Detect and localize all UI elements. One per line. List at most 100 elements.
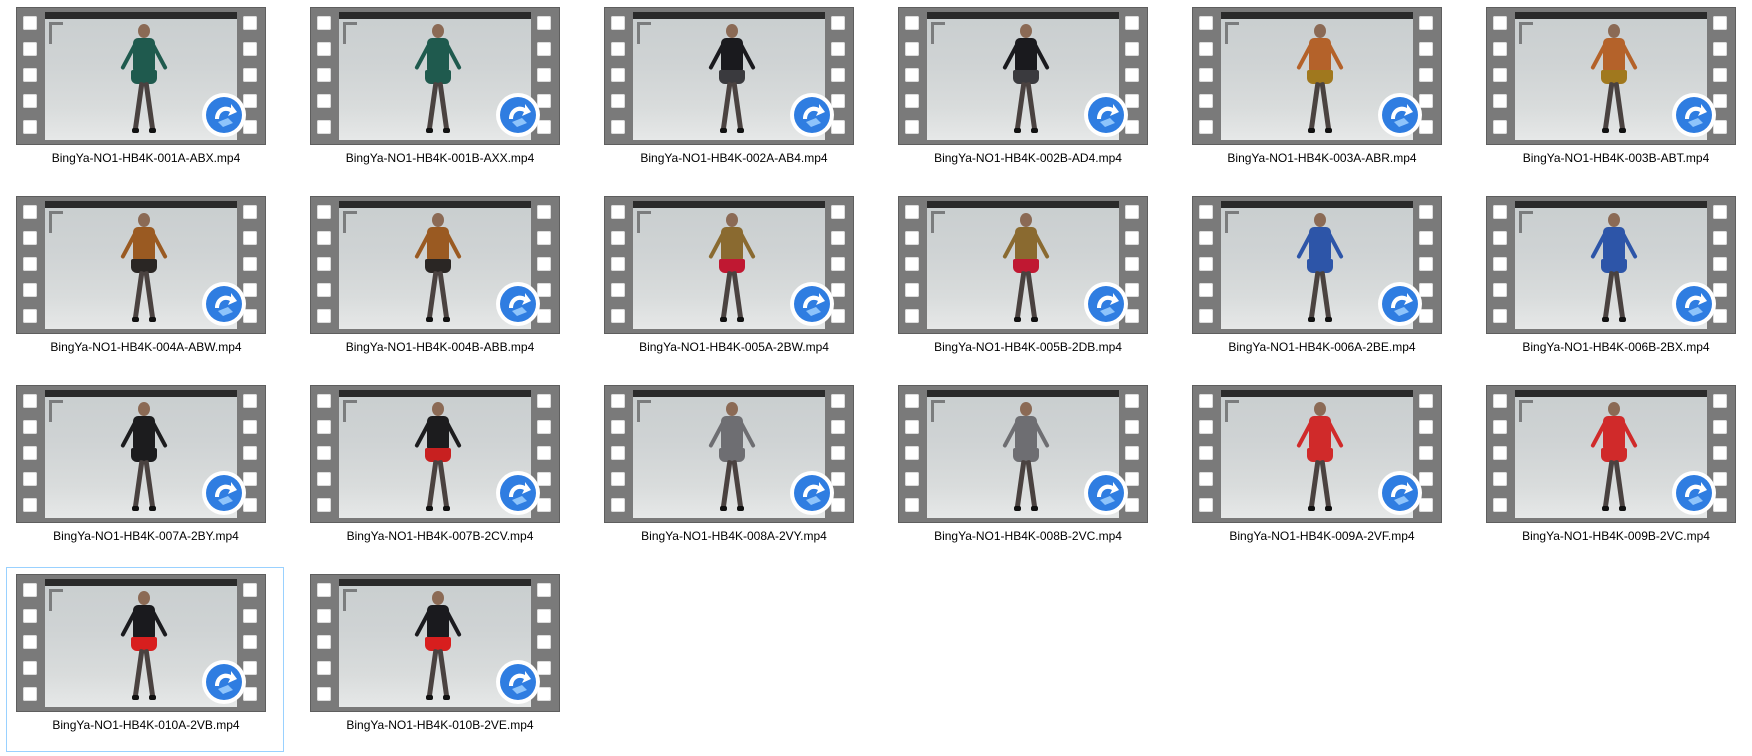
film-sprocket-holes [1487,197,1515,333]
watermark-logo [931,22,945,44]
dancer-figure [708,24,756,134]
file-name-label: BingYa-NO1-HB4K-001A-ABX.mp4 [51,151,241,165]
video-player-app-icon [1380,473,1420,513]
film-sprocket-holes [311,8,339,144]
film-sprocket-holes [1487,386,1515,522]
file-item[interactable]: BingYa-NO1-HB4K-003A-ABR.mp4 [1182,0,1460,185]
file-item[interactable]: BingYa-NO1-HB4K-001A-ABX.mp4 [6,0,284,185]
file-item[interactable]: BingYa-NO1-HB4K-001B-AXX.mp4 [300,0,578,185]
video-player-app-icon [204,473,244,513]
video-thumbnail [310,7,560,145]
film-sprocket-holes [17,575,45,711]
video-player-app-icon [204,95,244,135]
video-player-app-icon [792,473,832,513]
video-player-app-icon [1674,473,1714,513]
file-name-label: BingYa-NO1-HB4K-010B-2VE.mp4 [346,718,534,732]
video-player-app-icon [792,284,832,324]
watermark-logo [931,211,945,233]
film-sprocket-holes [17,8,45,144]
video-player-app-icon [792,95,832,135]
watermark-logo [49,211,63,233]
watermark-logo [49,22,63,44]
file-item[interactable]: BingYa-NO1-HB4K-002A-AB4.mp4 [594,0,872,185]
file-item[interactable]: BingYa-NO1-HB4K-009A-2VF.mp4 [1182,378,1460,563]
file-name-label: BingYa-NO1-HB4K-005A-2BW.mp4 [639,340,829,354]
file-item[interactable]: BingYa-NO1-HB4K-006B-2BX.mp4 [1476,189,1752,374]
file-name-label: BingYa-NO1-HB4K-002A-AB4.mp4 [640,151,828,165]
video-player-app-icon [1674,95,1714,135]
video-player-app-icon [498,473,538,513]
video-thumbnail [1192,7,1442,145]
dancer-figure [1002,402,1050,512]
file-name-label: BingYa-NO1-HB4K-003A-ABR.mp4 [1227,151,1417,165]
video-player-app-icon [498,662,538,702]
film-sprocket-holes [311,575,339,711]
film-sprocket-holes [899,386,927,522]
file-item[interactable]: BingYa-NO1-HB4K-003B-ABT.mp4 [1476,0,1752,185]
video-thumbnail [1486,7,1736,145]
video-player-app-icon [1380,284,1420,324]
file-item[interactable]: BingYa-NO1-HB4K-004B-ABB.mp4 [300,189,578,374]
watermark-logo [931,400,945,422]
file-item[interactable]: BingYa-NO1-HB4K-005B-2DB.mp4 [888,189,1166,374]
dancer-figure [708,402,756,512]
film-sprocket-holes [17,386,45,522]
watermark-logo [1519,211,1533,233]
video-thumbnail [1192,385,1442,523]
video-player-app-icon [204,284,244,324]
video-thumbnail [310,574,560,712]
dancer-figure [414,402,462,512]
film-sprocket-holes [1193,386,1221,522]
watermark-logo [343,22,357,44]
dancer-figure [1590,402,1638,512]
file-name-label: BingYa-NO1-HB4K-009A-2VF.mp4 [1229,529,1415,543]
video-player-app-icon [1380,95,1420,135]
watermark-logo [1519,22,1533,44]
dancer-figure [1002,213,1050,323]
dancer-figure [414,24,462,134]
dancer-figure [1590,24,1638,134]
dancer-figure [708,213,756,323]
file-item[interactable]: BingYa-NO1-HB4K-010B-2VE.mp4 [300,567,578,752]
file-item[interactable]: BingYa-NO1-HB4K-004A-ABW.mp4 [6,189,284,374]
video-thumbnail [898,196,1148,334]
file-item[interactable]: BingYa-NO1-HB4K-007B-2CV.mp4 [300,378,578,563]
dancer-figure [120,591,168,701]
video-thumbnail [16,196,266,334]
video-thumbnail [16,385,266,523]
file-item[interactable]: BingYa-NO1-HB4K-005A-2BW.mp4 [594,189,872,374]
film-sprocket-holes [1193,197,1221,333]
file-name-label: BingYa-NO1-HB4K-008B-2VC.mp4 [934,529,1122,543]
film-sprocket-holes [311,197,339,333]
video-player-app-icon [1086,473,1126,513]
video-thumbnail [1192,196,1442,334]
file-item[interactable]: BingYa-NO1-HB4K-002B-AD4.mp4 [888,0,1166,185]
watermark-logo [637,22,651,44]
watermark-logo [343,400,357,422]
watermark-logo [49,589,63,611]
video-player-app-icon [498,95,538,135]
watermark-logo [49,400,63,422]
watermark-logo [343,211,357,233]
file-item[interactable]: BingYa-NO1-HB4K-006A-2BE.mp4 [1182,189,1460,374]
file-item[interactable]: BingYa-NO1-HB4K-008B-2VC.mp4 [888,378,1166,563]
file-name-label: BingYa-NO1-HB4K-010A-2VB.mp4 [52,718,240,732]
film-sprocket-holes [899,8,927,144]
file-item[interactable]: BingYa-NO1-HB4K-009B-2VC.mp4 [1476,378,1752,563]
file-name-label: BingYa-NO1-HB4K-008A-2VY.mp4 [641,529,827,543]
video-player-app-icon [1086,284,1126,324]
file-item[interactable]: BingYa-NO1-HB4K-010A-2VB.mp4 [6,567,284,752]
file-name-label: BingYa-NO1-HB4K-001B-AXX.mp4 [345,151,535,165]
watermark-logo [1225,22,1239,44]
video-thumbnail [604,385,854,523]
file-name-label: BingYa-NO1-HB4K-006A-2BE.mp4 [1228,340,1416,354]
watermark-logo [1225,211,1239,233]
file-item[interactable]: BingYa-NO1-HB4K-007A-2BY.mp4 [6,378,284,563]
dancer-figure [1296,24,1344,134]
video-thumbnail [1486,196,1736,334]
file-grid: BingYa-NO1-HB4K-001A-ABX.mp4 BingYa-NO1-H… [6,0,1746,756]
dancer-figure [1296,402,1344,512]
film-sprocket-holes [605,386,633,522]
file-item[interactable]: BingYa-NO1-HB4K-008A-2VY.mp4 [594,378,872,563]
video-thumbnail [898,7,1148,145]
